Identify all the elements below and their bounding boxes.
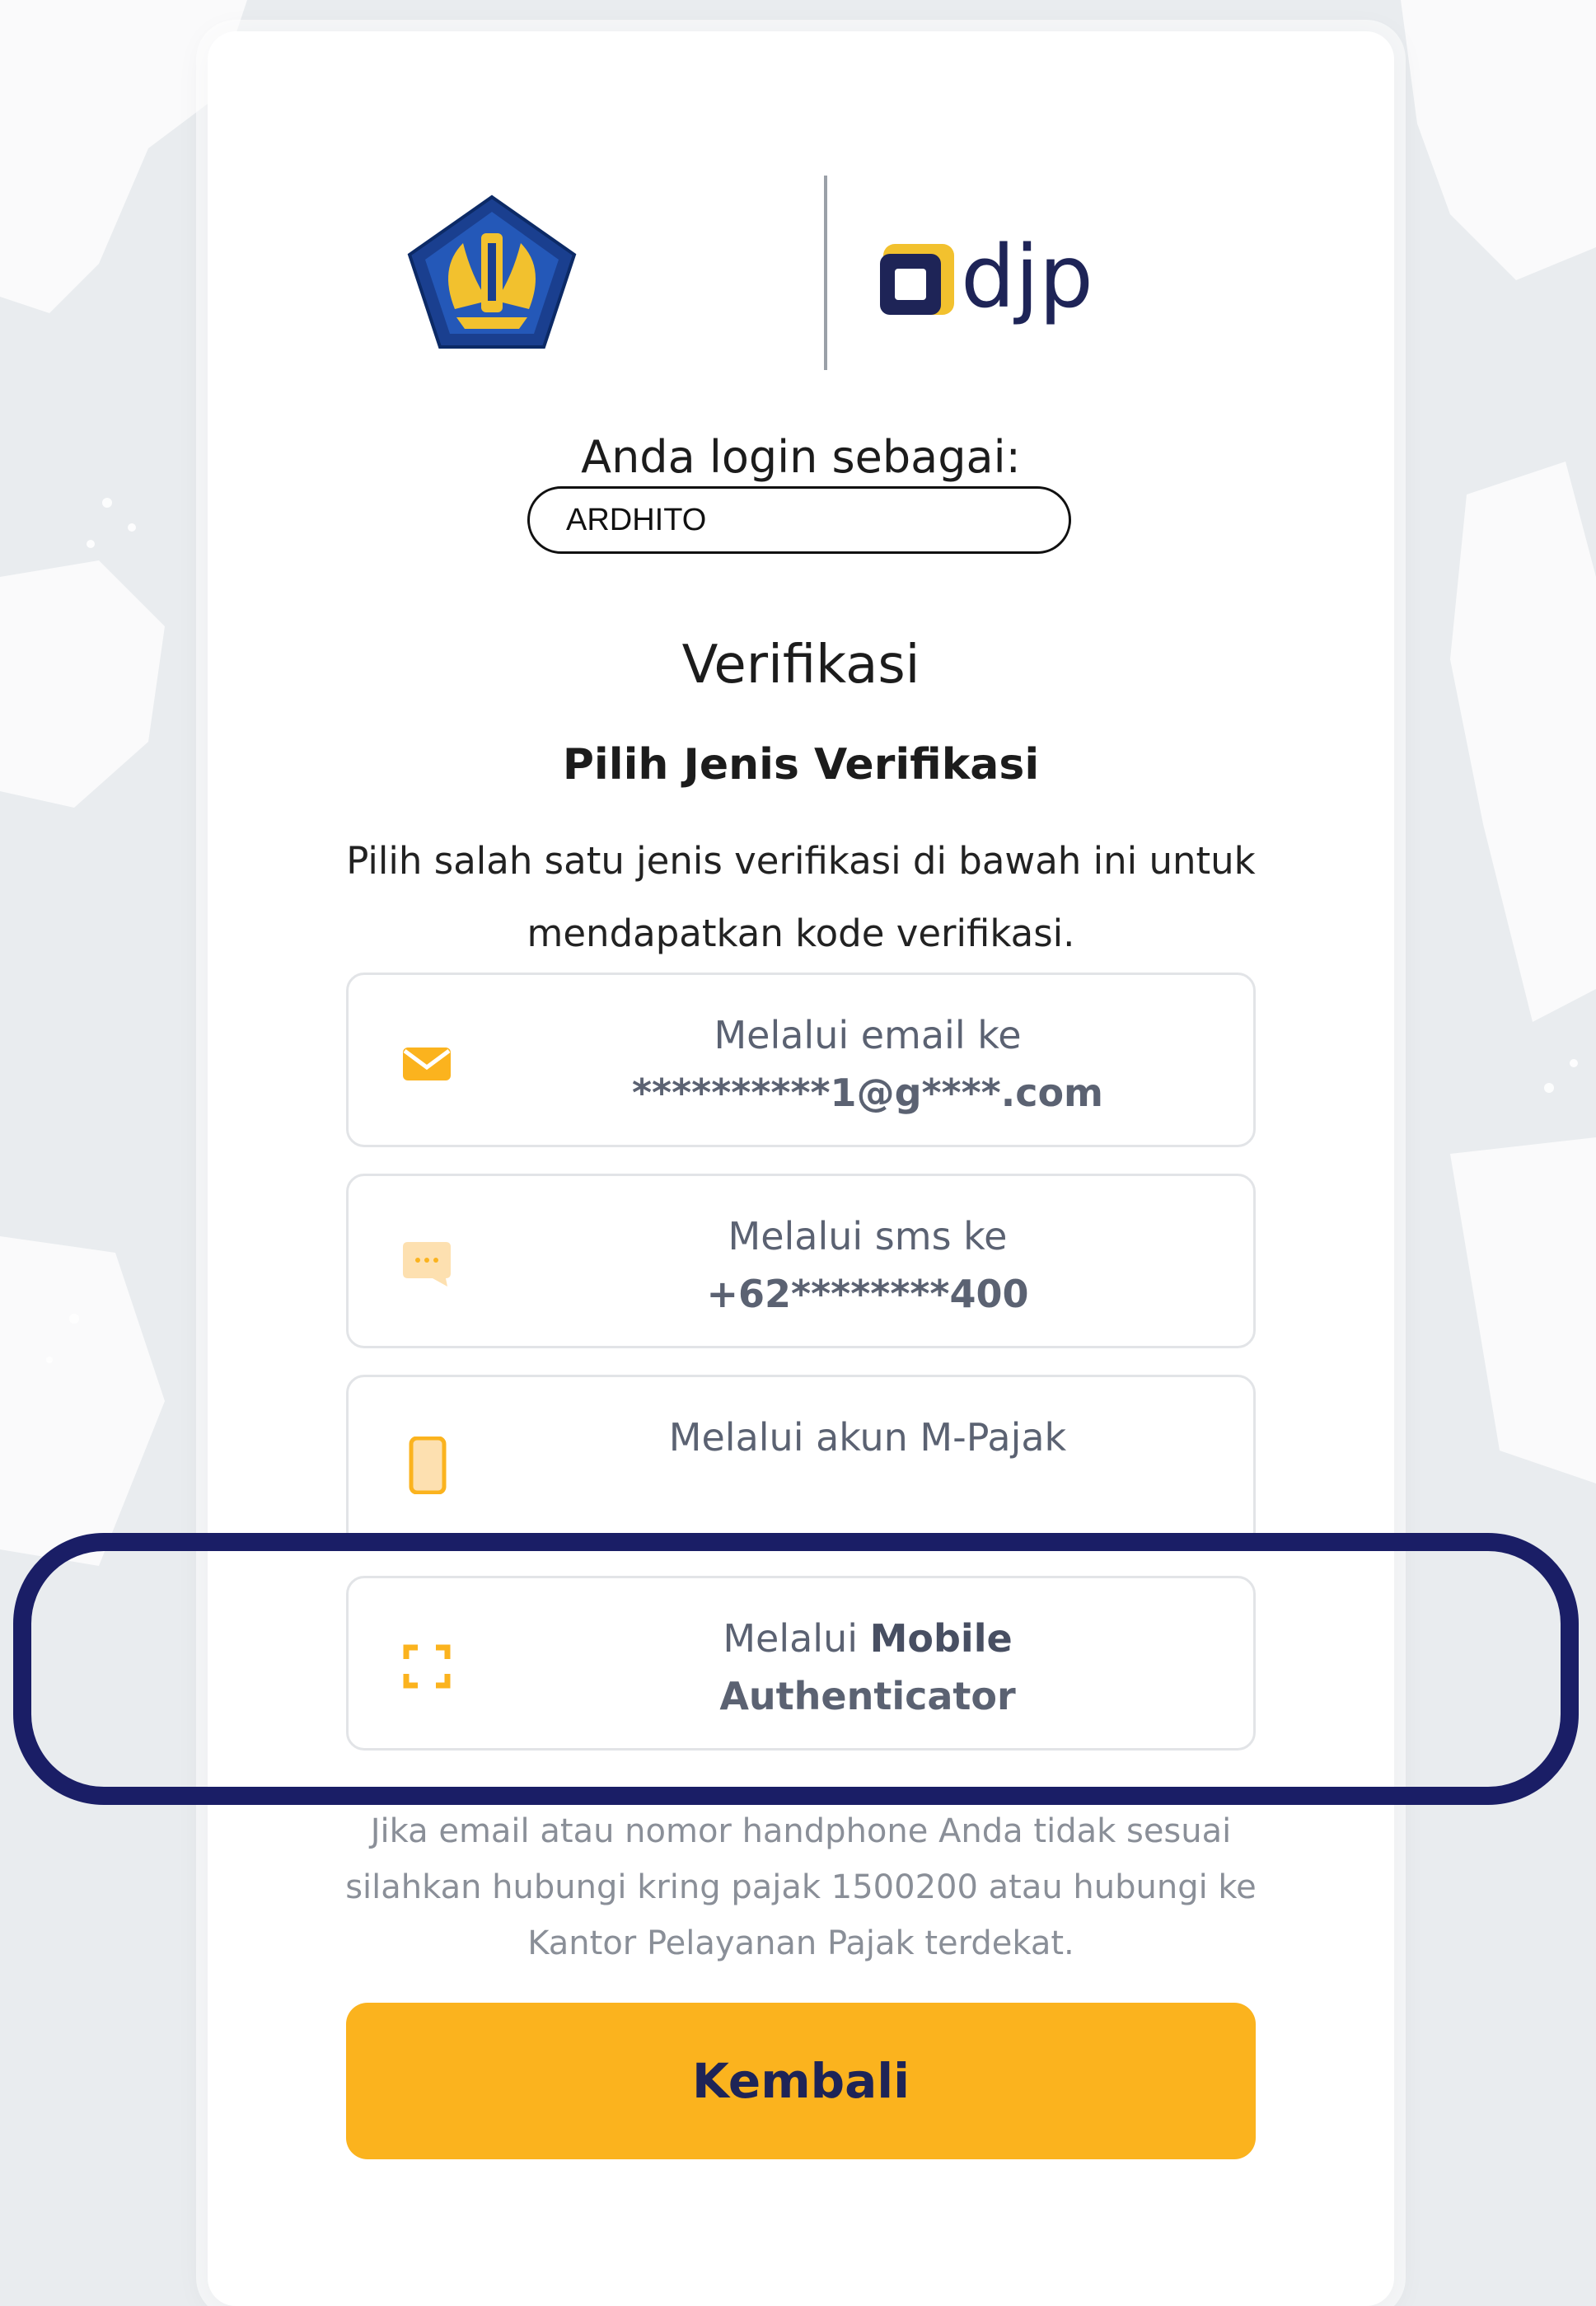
verify-email-option[interactable]: Melalui email ke **********1@g****.com [346,973,1256,1147]
verify-sms-option[interactable]: Melalui sms ke +62********400 [346,1174,1256,1348]
option-text: Melalui akun M-Pajak [546,1408,1189,1466]
login-as-label: Anda login sebagai: [581,431,1021,483]
help-text-line: Jika email atau nomor handphone Anda tid… [370,1812,1232,1850]
option-detail: Authenticator [719,1674,1016,1718]
verify-mobile-authenticator-option[interactable]: Melalui Mobile Authenticator [346,1576,1256,1751]
instruction-text: Pilih salah satu jenis verifikasi di baw… [346,839,1256,955]
option-text: Melalui sms ke +62********400 [546,1207,1189,1323]
option-label: Melalui akun M-Pajak [668,1415,1067,1460]
username-badge: ARDHITO [527,486,1071,554]
verification-card: djp Anda login sebagai: ARDHITO Verifika… [208,31,1394,2306]
option-label: Melalui Mobile [546,1610,1189,1667]
verify-mpajak-option[interactable]: Melalui akun M-Pajak [346,1375,1256,1549]
help-text-line: silahkan hubungi kring pajak 1500200 ata… [345,1868,1257,1906]
section-subtitle: Pilih Jenis Verifikasi [562,740,1040,790]
option-text: Melalui Mobile Authenticator [546,1610,1189,1725]
option-label: Melalui email ke [714,1013,1022,1057]
smartphone-icon [409,1437,447,1494]
kemenkeu-emblem-icon [407,195,577,349]
masked-phone: +62********400 [706,1272,1029,1316]
option-label-bold: Mobile [869,1616,1013,1661]
help-text: Jika email atau nomor handphone Anda tid… [298,1803,1303,1971]
help-text-line: Kantor Pelayanan Pajak terdekat. [527,1924,1074,1962]
page-title: Verifikasi [681,635,920,696]
logo-divider [824,176,827,370]
djp-logo: djp [880,227,1093,327]
option-label-prefix: Melalui [723,1616,870,1661]
masked-email: **********1@g****.com [632,1071,1103,1115]
logo-row: djp [405,143,1196,373]
chat-bubble-icon [403,1242,451,1287]
option-text: Melalui email ke **********1@g****.com [546,1006,1189,1122]
scan-frame-icon [403,1644,451,1689]
option-label: Melalui sms ke [728,1214,1008,1258]
back-button[interactable]: Kembali [346,2003,1256,2159]
djp-logo-text: djp [961,227,1093,327]
envelope-icon [403,1048,451,1080]
